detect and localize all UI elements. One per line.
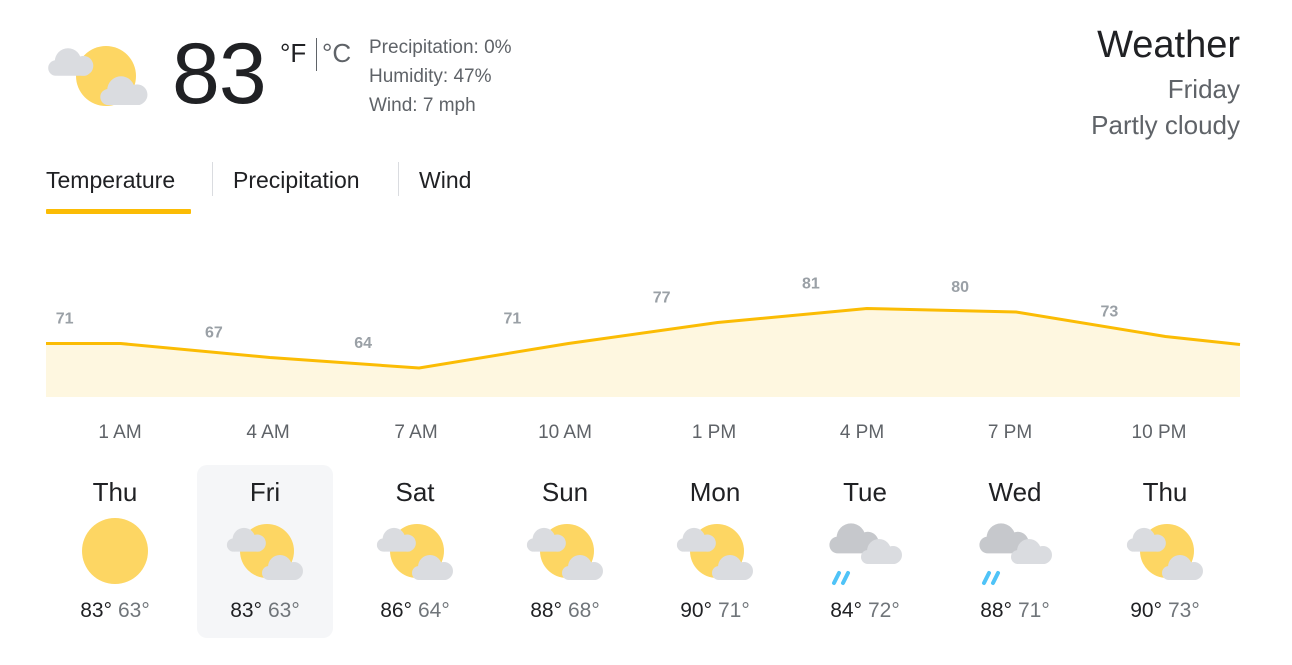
- current-day: Friday: [1167, 74, 1240, 104]
- forecast-low: 71°: [1018, 599, 1050, 622]
- chart-value-label: 77: [653, 290, 671, 307]
- forecast-day[interactable]: Tue 84° 72°: [797, 465, 933, 638]
- humidity-detail: Humidity: 47%: [369, 66, 492, 87]
- chart-value-label: 71: [503, 311, 521, 328]
- forecast-day-name: Sat: [395, 477, 435, 507]
- forecast-day-name: Thu: [92, 477, 138, 507]
- unit-divider: [316, 38, 317, 71]
- forecast-low: 64°: [418, 599, 450, 622]
- forecast-day-name: Tue: [843, 477, 887, 507]
- tab-wind[interactable]: Wind: [419, 167, 471, 194]
- forecast-high: 83°: [230, 599, 262, 622]
- forecast-temps: 84° 72°: [797, 599, 933, 623]
- partly-cloudy-icon: [525, 513, 605, 589]
- hour-label: 10 PM: [1131, 422, 1187, 443]
- hour-label: 1 AM: [98, 422, 142, 443]
- unit-fahrenheit-button[interactable]: °F: [280, 38, 306, 69]
- forecast-temps: 88° 68°: [497, 599, 633, 623]
- hour-label: 10 AM: [538, 422, 592, 443]
- forecast-day[interactable]: Fri 83° 63°: [197, 465, 333, 638]
- forecast-high: 86°: [380, 599, 412, 622]
- tab-divider: [398, 162, 399, 196]
- forecast-low: 71°: [718, 599, 750, 622]
- chart-value-label: 81: [802, 276, 820, 293]
- chart-value-label: 67: [205, 325, 223, 342]
- wind-detail: Wind: 7 mph: [369, 95, 476, 116]
- forecast-day-name: Thu: [1142, 477, 1188, 507]
- sunny-icon: [75, 513, 155, 589]
- precipitation-detail: Precipitation: 0%: [369, 37, 512, 58]
- forecast-low: 68°: [568, 599, 600, 622]
- forecast-temps: 86° 64°: [347, 599, 483, 623]
- temperature-chart: 71 67 64 71 77 81 80 73: [46, 276, 1241, 397]
- forecast-low: 72°: [868, 599, 900, 622]
- forecast-high: 88°: [530, 599, 562, 622]
- partly-cloudy-icon: [1125, 513, 1205, 589]
- forecast-high: 90°: [1130, 599, 1162, 622]
- tab-temperature[interactable]: Temperature: [46, 167, 175, 194]
- current-condition: Partly cloudy: [1091, 110, 1240, 140]
- forecast-day[interactable]: Sun 88° 68°: [497, 465, 633, 638]
- forecast-day-name: Fri: [249, 477, 281, 507]
- rain-icon: [975, 513, 1055, 589]
- active-tab-indicator: [46, 209, 191, 214]
- tab-precipitation[interactable]: Precipitation: [233, 167, 360, 194]
- forecast-temps: 90° 71°: [647, 599, 783, 623]
- hour-label: 4 PM: [839, 422, 885, 443]
- forecast-high: 83°: [80, 599, 112, 622]
- forecast-temps: 83° 63°: [47, 599, 183, 623]
- unit-celsius-button[interactable]: °C: [322, 38, 351, 69]
- forecast-temps: 90° 73°: [1097, 599, 1233, 623]
- hour-label: 4 AM: [246, 422, 290, 443]
- partly-cloudy-icon: [675, 513, 755, 589]
- chart-value-label: 73: [1100, 304, 1118, 321]
- hour-label: 7 AM: [394, 422, 438, 443]
- forecast-low: 73°: [1168, 599, 1200, 622]
- partly-cloudy-icon: [225, 513, 305, 589]
- forecast-temps: 83° 63°: [197, 599, 333, 623]
- forecast-day[interactable]: Thu 83° 63°: [47, 465, 183, 638]
- partly-cloudy-icon: [44, 38, 158, 118]
- forecast-day[interactable]: Mon 90° 71°: [647, 465, 783, 638]
- chart-value-label: 80: [951, 279, 969, 296]
- hour-label: 7 PM: [987, 422, 1033, 443]
- forecast-day-name: Sun: [541, 477, 589, 507]
- current-temperature: 83: [172, 26, 267, 122]
- forecast-low: 63°: [268, 599, 300, 622]
- chart-value-label: 64: [354, 335, 372, 352]
- forecast-low: 63°: [118, 599, 150, 622]
- partly-cloudy-icon: [375, 513, 455, 589]
- forecast-high: 90°: [680, 599, 712, 622]
- tab-divider: [212, 162, 213, 196]
- forecast-day-name: Wed: [988, 477, 1042, 507]
- weather-title: Weather: [1097, 24, 1240, 66]
- forecast-day[interactable]: Thu 90° 73°: [1097, 465, 1233, 638]
- forecast-high: 84°: [830, 599, 862, 622]
- rain-icon: [825, 513, 905, 589]
- chart-value-label: 71: [56, 311, 74, 328]
- forecast-day-name: Mon: [689, 477, 741, 507]
- forecast-day[interactable]: Wed 88° 71°: [947, 465, 1083, 638]
- forecast-day[interactable]: Sat 86° 64°: [347, 465, 483, 638]
- forecast-high: 88°: [980, 599, 1012, 622]
- forecast-temps: 88° 71°: [947, 599, 1083, 623]
- hour-label: 1 PM: [691, 422, 737, 443]
